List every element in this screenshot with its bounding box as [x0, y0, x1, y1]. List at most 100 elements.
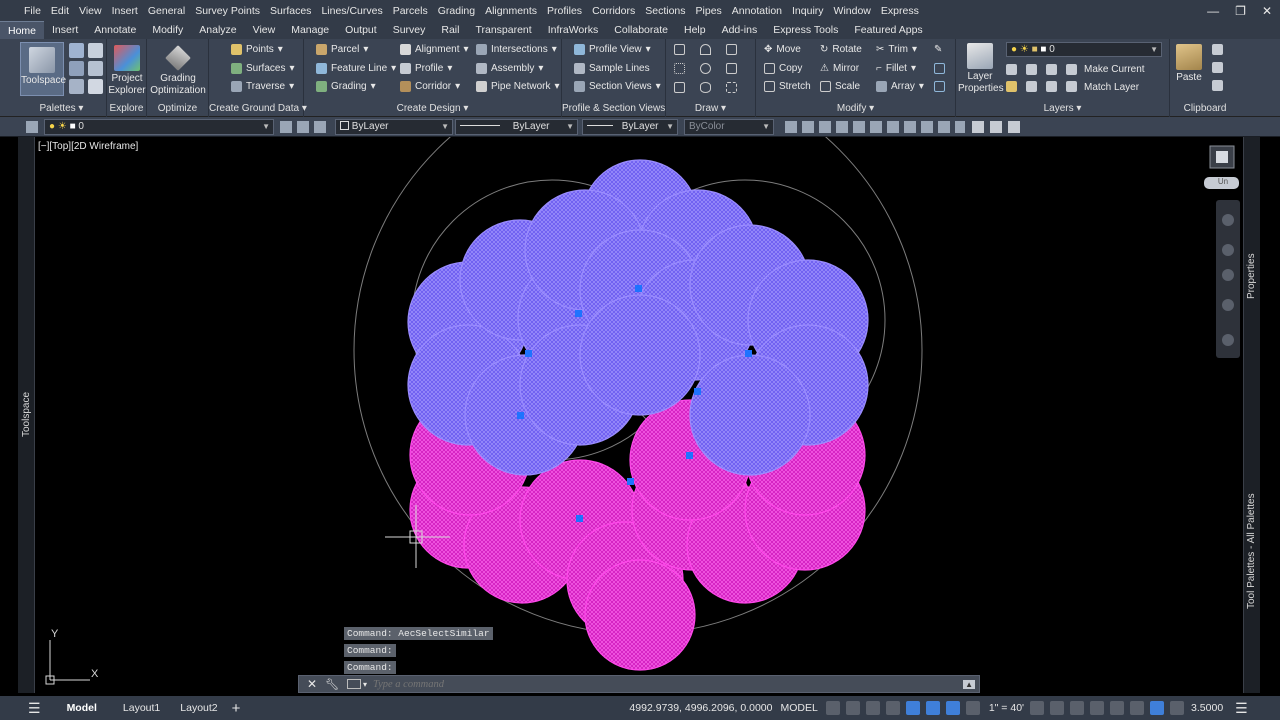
viewcube-unnamed[interactable]: Un [1207, 177, 1239, 186]
rectangle-icon[interactable] [726, 44, 737, 55]
drawing-viewport[interactable] [36, 137, 1242, 693]
tab-add-ins[interactable]: Add-ins [714, 21, 766, 39]
tab-collaborate[interactable]: Collaborate [606, 21, 676, 39]
navigation-bar[interactable] [1216, 200, 1240, 358]
command-prompt-icon[interactable] [347, 679, 362, 689]
stretch-button[interactable]: Stretch [764, 81, 811, 92]
blue-circles[interactable] [407, 159, 869, 476]
rotate-button[interactable]: ↻ Rotate [820, 44, 862, 55]
tab-transparent[interactable]: Transparent [467, 21, 539, 39]
panel-title-modify[interactable]: Modify ▾ [756, 103, 955, 114]
elevation-value[interactable]: 3.5000 [1191, 702, 1223, 714]
grid-icon[interactable] [88, 61, 103, 76]
project-explorer-button[interactable]: Project Explorer [107, 45, 147, 97]
quick-properties-icon[interactable] [1130, 701, 1145, 715]
tab-output[interactable]: Output [337, 21, 385, 39]
isolate-icon[interactable] [1170, 701, 1185, 715]
customization-icon[interactable]: ☰ [1235, 700, 1248, 717]
menu-edit[interactable]: Edit [46, 5, 74, 17]
layer-tools-icon[interactable] [280, 121, 330, 133]
layer-tool-icon[interactable] [1026, 64, 1037, 75]
tab-insert[interactable]: Insert [44, 21, 86, 39]
visibility-icon[interactable] [1030, 701, 1045, 715]
menu-pipes[interactable]: Pipes [691, 5, 727, 17]
minimize-button[interactable]: — [1207, 4, 1219, 18]
menu-corridors[interactable]: Corridors [587, 5, 640, 17]
arc-icon[interactable] [700, 44, 711, 55]
menu-annotation[interactable]: Annotation [727, 5, 787, 17]
menu-window[interactable]: Window [829, 5, 876, 17]
offset-button[interactable] [934, 63, 945, 74]
lineweight-icon[interactable] [1110, 701, 1125, 715]
plus-icon[interactable] [1090, 701, 1105, 715]
right-palettes[interactable]: Properties Tool Palettes - All Palettes [1243, 137, 1260, 693]
layer-tool-icon[interactable] [1006, 81, 1017, 92]
layer-tool-icon[interactable] [1066, 64, 1077, 75]
toolspace-palette[interactable]: Toolspace [18, 137, 35, 693]
assembly-button[interactable]: Assembly ▾ [476, 63, 543, 74]
annotation-scale[interactable]: 1" = 40' [989, 702, 1024, 714]
toolspace-button[interactable]: Toolspace [20, 42, 66, 96]
plotstyle-select[interactable]: ByColor ▼ [684, 119, 774, 135]
chevron-up-icon[interactable]: ▲ [963, 679, 975, 689]
fillet-button[interactable]: ⌐ Fillet ▾ [876, 63, 916, 74]
panel-title-ground[interactable]: Create Ground Data ▾ [209, 103, 307, 114]
array-button[interactable]: Array ▾ [876, 81, 924, 92]
alignment-button[interactable]: Alignment ▾ [400, 44, 469, 55]
isodraft-icon[interactable] [925, 701, 940, 715]
tab-help[interactable]: Help [676, 21, 714, 39]
menu-survey-points[interactable]: Survey Points [190, 5, 265, 17]
restore-button[interactable]: ❐ [1235, 4, 1246, 18]
profile-view-button[interactable]: Profile View ▾ [574, 44, 651, 55]
properties-palette-label[interactable]: Properties [1246, 253, 1257, 299]
pencil-button[interactable]: ✎ [934, 44, 942, 55]
copy-clip-icon[interactable] [1212, 44, 1223, 55]
hatch-icon[interactable] [726, 63, 737, 74]
pipe-network-button[interactable]: Pipe Network ▾ [476, 81, 560, 92]
spline-icon[interactable] [674, 82, 685, 93]
linetype-select[interactable]: ByLayer ▼ [455, 119, 578, 135]
tab-survey[interactable]: Survey [385, 21, 434, 39]
tab-rail[interactable]: Rail [433, 21, 467, 39]
tab-layout2[interactable]: Layout2 [172, 702, 225, 714]
paste-button[interactable]: Paste [1172, 44, 1206, 84]
layer-tool-icon[interactable] [1026, 81, 1037, 92]
tab-manage[interactable]: Manage [283, 21, 337, 39]
tab-model[interactable]: Model [59, 702, 105, 714]
section-views-button[interactable]: Section Views ▾ [574, 81, 661, 92]
layer-tool-icon[interactable] [1006, 64, 1017, 75]
menu-general[interactable]: General [143, 5, 190, 17]
otrack-icon[interactable] [945, 701, 960, 715]
panel-title-design[interactable]: Create Design ▾ [304, 103, 561, 114]
layer-state-icon[interactable] [26, 121, 38, 133]
annotation-icon[interactable] [965, 701, 980, 715]
corridor-button[interactable]: Corridor ▾ [400, 81, 460, 92]
layer-tool-icon[interactable] [1046, 64, 1057, 75]
add-layout-icon[interactable]: + [232, 700, 241, 717]
region-icon[interactable] [726, 82, 737, 93]
copy-button[interactable]: Copy [764, 63, 802, 74]
layer-properties-button[interactable]: Layer Properties [958, 43, 1004, 95]
menu-parcels[interactable]: Parcels [388, 5, 433, 17]
tab-annotate[interactable]: Annotate [86, 21, 144, 39]
layer-tool-icon[interactable] [1066, 81, 1077, 92]
autoscale-icon[interactable] [1050, 701, 1065, 715]
layer-tool-icon[interactable] [1046, 81, 1057, 92]
move-button[interactable]: ✥ Move [764, 44, 801, 55]
trim-button[interactable]: ✂ Trim ▾ [876, 44, 917, 55]
tab-analyze[interactable]: Analyze [191, 21, 244, 39]
tab-layout1[interactable]: Layout1 [115, 702, 168, 714]
menu-express[interactable]: Express [876, 5, 924, 17]
snap-icon[interactable] [845, 701, 860, 715]
tab-express-tools[interactable]: Express Tools [765, 21, 846, 39]
match-layer-button[interactable]: Match Layer [1084, 82, 1139, 93]
scale-button[interactable]: Scale [820, 81, 860, 92]
panel-title-layers[interactable]: Layers ▾ [956, 103, 1169, 114]
coordinates-readout[interactable]: 4992.9739, 4996.2096, 0.0000 [629, 702, 772, 714]
tab-infraworks[interactable]: InfraWorks [540, 21, 607, 39]
osnap-icon[interactable] [905, 701, 920, 715]
settings-icon[interactable] [88, 43, 103, 58]
tool-palettes-label[interactable]: Tool Palettes - All Palettes [1246, 493, 1257, 609]
viewport-controls-label[interactable]: [−][Top][2D Wireframe] [38, 141, 138, 152]
menu-grading[interactable]: Grading [433, 5, 480, 17]
